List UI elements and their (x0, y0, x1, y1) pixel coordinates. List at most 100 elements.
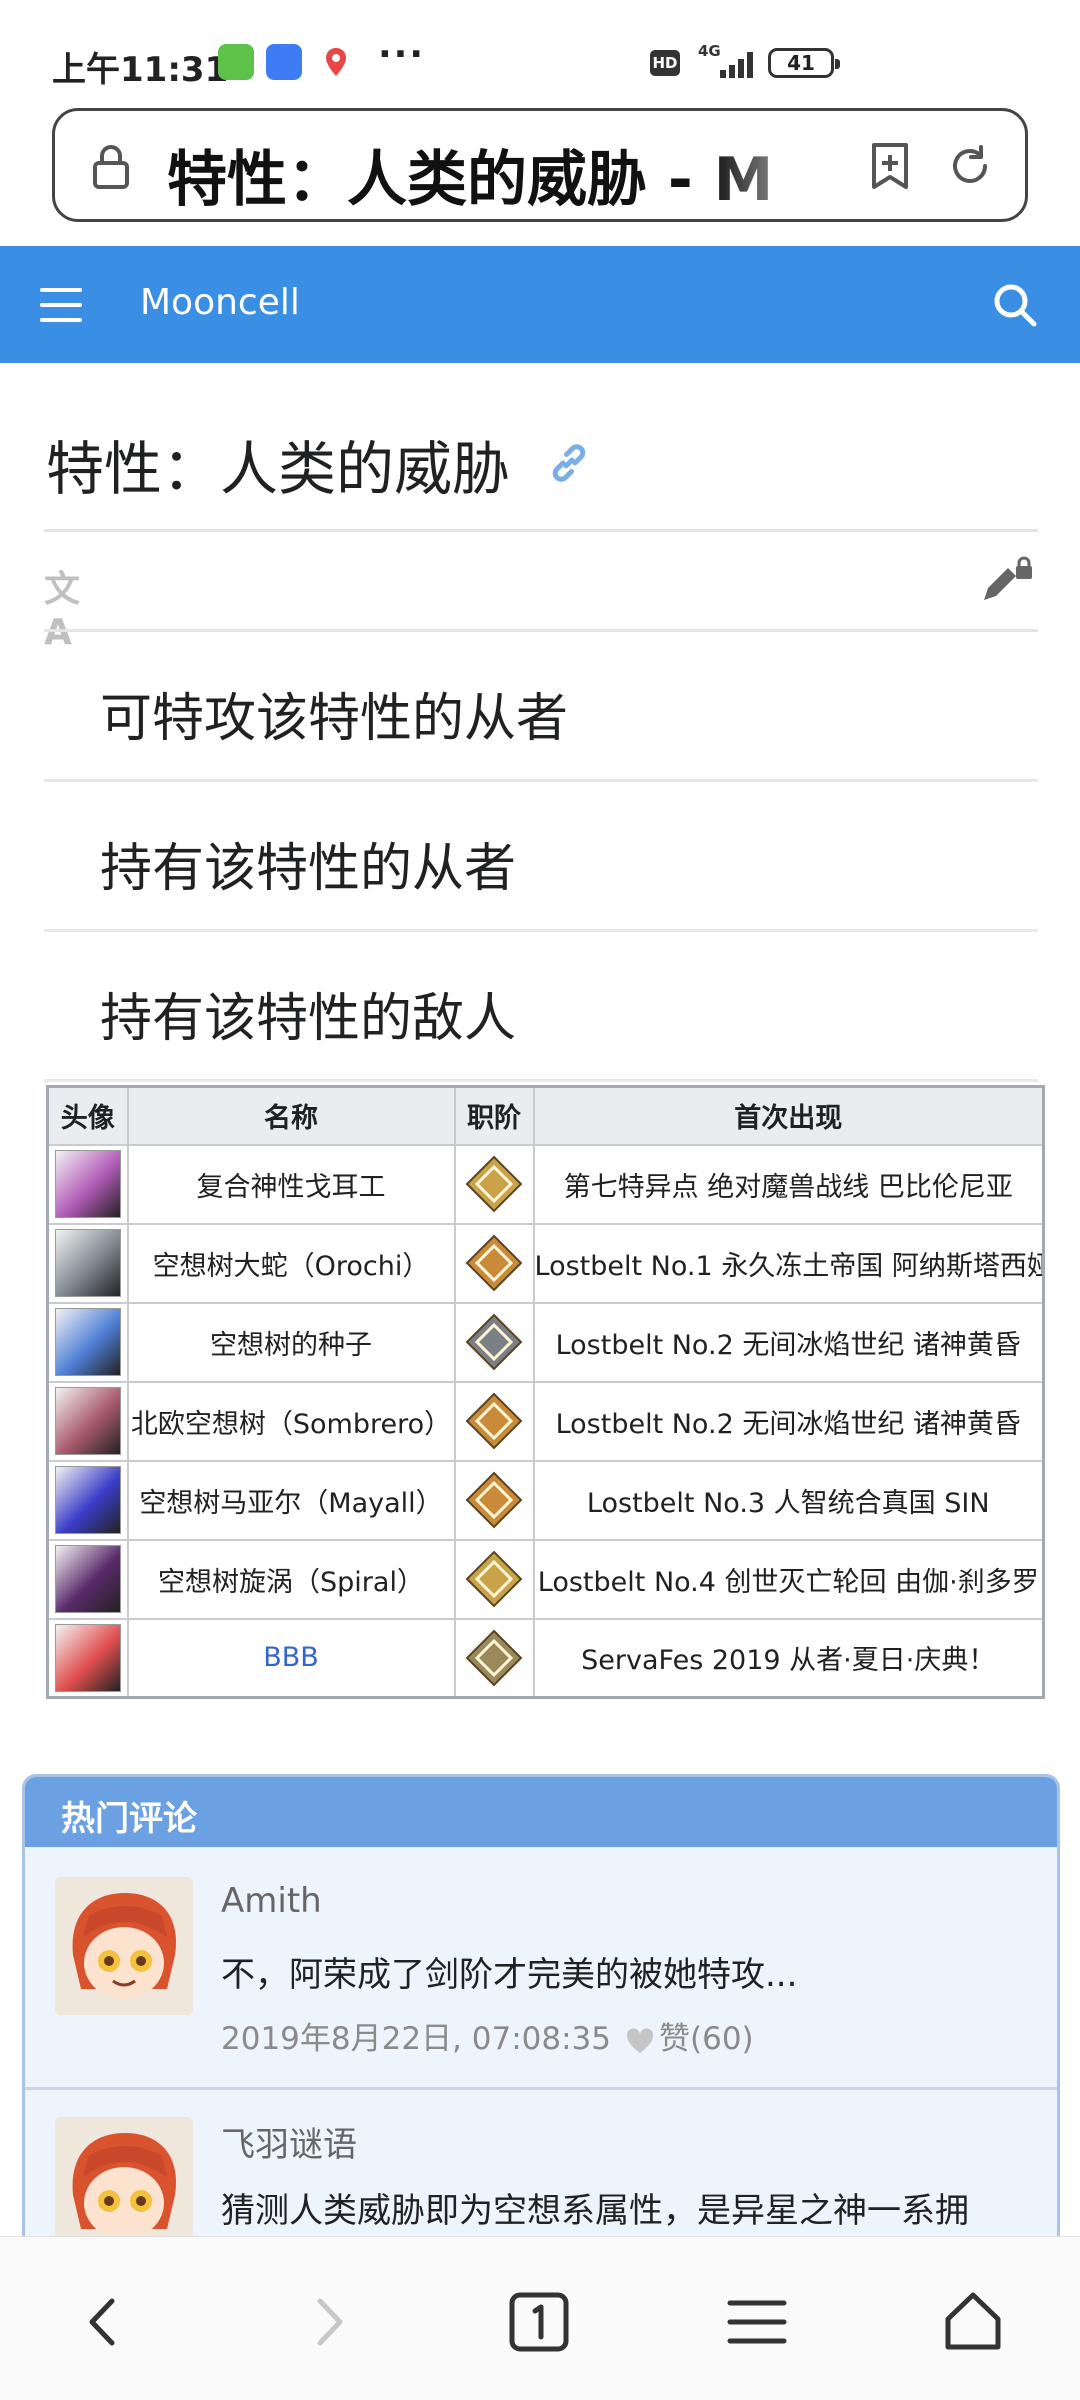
col-header-first-appearance: 首次出现 (532, 1085, 1045, 1146)
table-header-row: 头像 名称 职阶 首次出现 (46, 1085, 1045, 1146)
url-text[interactable]: 特性：人类的威胁 - M (167, 131, 847, 218)
class-icon[interactable] (464, 1549, 524, 1609)
avatar-cell (46, 1459, 129, 1541)
class-cell (453, 1380, 535, 1462)
hot-comments: 热门评论 Amith 不，阿荣成了剑阶才完美的被她特攻... 2019年8月22… (22, 1774, 1060, 2254)
refresh-icon[interactable] (945, 141, 995, 191)
table-row: BBB ServaFes 2019 从者·夏日·庆典！ (46, 1617, 1045, 1699)
class-cell (453, 1222, 535, 1304)
forward-icon[interactable] (292, 2287, 362, 2357)
first-appearance: Lostbelt No.2 无间冰焰世纪 诸神黄昏 (555, 1408, 1021, 1440)
class-cell (453, 1143, 535, 1225)
avatar-cell (46, 1222, 129, 1304)
table-row: 空想树大蛇（Orochi） Lostbelt No.1 永久冻土帝国 阿纳斯塔西娅 (46, 1222, 1045, 1304)
class-icon[interactable] (464, 1391, 524, 1451)
section-enemies-with-trait[interactable]: 持有该特性的敌人 (44, 932, 1038, 1082)
enemy-name-cell: 空想树的种子 (126, 1301, 456, 1383)
avatar-cell (46, 1380, 129, 1462)
enemy-name-cell[interactable]: BBB (126, 1617, 456, 1699)
avatar-cell (46, 1538, 129, 1620)
comment-item: Amith 不，阿荣成了剑阶才完美的被她特攻... 2019年8月22日, 07… (25, 1847, 1057, 2087)
first-appearance: 第七特异点 绝对魔兽战线 巴比伦尼亚 (563, 1171, 1013, 1203)
enemy-name: 复合神性戈耳工 (196, 1171, 386, 1203)
first-appearance-cell: 第七特异点 绝对魔兽战线 巴比伦尼亚 (532, 1143, 1045, 1225)
first-appearance-cell: Lostbelt No.3 人智统合真国 SIN (532, 1459, 1045, 1541)
enemy-name-cell: 空想树旋涡（Spiral） (126, 1538, 456, 1620)
enemy-avatar[interactable] (54, 1545, 121, 1613)
comment-text: 猜测人类威胁即为空想系属性，是异星之神一系拥 (221, 2191, 969, 2231)
hamburger-menu-icon[interactable] (40, 288, 82, 322)
section-special-attack[interactable]: 可特攻该特性的从者 (44, 632, 1038, 782)
download-notification-icon (218, 44, 254, 80)
first-appearance-cell: Lostbelt No.4 创世灭亡轮回 由伽·刹多罗 (532, 1538, 1045, 1620)
hd-badge: HD (650, 50, 680, 76)
class-icon[interactable] (464, 1154, 524, 1214)
tabs-icon[interactable] (504, 2287, 574, 2357)
address-bar[interactable]: 特性：人类的威胁 - M (52, 108, 1028, 222)
enemy-avatar[interactable] (54, 1623, 121, 1692)
site-name[interactable]: Mooncell (140, 282, 300, 323)
enemy-name: 北欧空想树（Sombrero） (130, 1408, 452, 1440)
first-appearance-cell: ServaFes 2019 从者·夏日·庆典！ (532, 1617, 1045, 1699)
enemy-name-cell: 复合神性戈耳工 (126, 1143, 456, 1225)
enemy-avatar[interactable] (54, 1229, 121, 1297)
class-icon[interactable] (464, 1470, 524, 1530)
enemy-name-link[interactable]: BBB (263, 1642, 319, 1673)
signal-icon (700, 50, 754, 78)
comment-avatar[interactable] (55, 2117, 193, 2251)
first-appearance: Lostbelt No.2 无间冰焰世纪 诸神黄昏 (555, 1329, 1021, 1361)
enemy-avatar[interactable] (54, 1308, 121, 1376)
search-icon[interactable] (992, 282, 1038, 328)
more-notifications-icon: ··· (378, 34, 426, 75)
enemy-avatar[interactable] (54, 1387, 121, 1455)
enemy-name-cell: 空想树大蛇（Orochi） (126, 1222, 456, 1304)
enemy-avatar[interactable] (54, 1466, 121, 1534)
like-count[interactable]: 赞(60) (659, 2021, 754, 2057)
section-label: 持有该特性的从者 (100, 839, 517, 899)
like-heart-icon[interactable] (625, 2027, 655, 2055)
class-icon[interactable] (464, 1233, 524, 1293)
first-appearance: ServaFes 2019 从者·夏日·庆典！ (581, 1645, 996, 1677)
section-label: 持有该特性的敌人 (100, 989, 517, 1049)
add-bookmark-icon[interactable] (865, 141, 915, 191)
lock-icon (93, 145, 129, 189)
comment-author[interactable]: Amith (221, 1881, 322, 1921)
enemy-name-cell: 北欧空想树（Sombrero） (126, 1380, 456, 1462)
first-appearance-cell: Lostbelt No.2 无间冰焰世纪 诸神黄昏 (532, 1380, 1045, 1462)
comments-title: 热门评论 (61, 1799, 197, 1839)
permalink-icon[interactable] (546, 440, 592, 486)
enemy-name: 空想树马亚尔（Mayall） (139, 1487, 443, 1519)
section-servants-with-trait[interactable]: 持有该特性的从者 (44, 782, 1038, 932)
class-cell (453, 1459, 535, 1541)
class-icon[interactable] (464, 1628, 524, 1688)
back-icon[interactable] (70, 2287, 140, 2357)
edit-locked-icon[interactable] (980, 556, 1036, 606)
table-row: 复合神性戈耳工 第七特异点 绝对魔兽战线 巴比伦尼亚 (46, 1143, 1045, 1225)
translate-icon[interactable]: 文A (44, 560, 104, 653)
class-icon[interactable] (464, 1312, 524, 1372)
first-appearance: Lostbelt No.4 创世灭亡轮回 由伽·刹多罗 (537, 1566, 1039, 1598)
class-cell (453, 1301, 535, 1383)
enemy-name-cell: 空想树马亚尔（Mayall） (126, 1459, 456, 1541)
table-row: 空想树旋涡（Spiral） Lostbelt No.4 创世灭亡轮回 由伽·刹多罗 (46, 1538, 1045, 1620)
comment-divider (25, 2087, 1057, 2090)
comment-text: 不，阿荣成了剑阶才完美的被她特攻... (221, 1955, 798, 1995)
comment-item: 飞羽谜语 猜测人类威胁即为空想系属性，是异星之神一系拥 (25, 2087, 1057, 2251)
tieba-notification-icon (266, 44, 302, 80)
menu-lines-icon[interactable] (722, 2287, 792, 2357)
enemy-avatar[interactable] (54, 1150, 121, 1218)
col-header-avatar: 头像 (46, 1085, 129, 1146)
table-row: 空想树马亚尔（Mayall） Lostbelt No.3 人智统合真国 SIN (46, 1459, 1045, 1541)
comments-header: 热门评论 (25, 1777, 1057, 1847)
enemy-name: 空想树大蛇（Orochi） (152, 1250, 430, 1282)
first-appearance-cell: Lostbelt No.2 无间冰焰世纪 诸神黄昏 (532, 1301, 1045, 1383)
col-header-name: 名称 (126, 1085, 456, 1146)
home-icon[interactable] (938, 2287, 1008, 2357)
comment-date: 2019年8月22日, 07:08:35 (221, 2021, 611, 2057)
title-divider (44, 529, 1038, 532)
first-appearance-cell: Lostbelt No.1 永久冻土帝国 阿纳斯塔西娅 (532, 1222, 1045, 1304)
comment-author[interactable]: 飞羽谜语 (221, 2117, 357, 2166)
avatar-cell (46, 1617, 129, 1699)
table-row: 北欧空想树（Sombrero） Lostbelt No.2 无间冰焰世纪 诸神黄昏 (46, 1380, 1045, 1462)
comment-avatar[interactable] (55, 1877, 193, 2015)
